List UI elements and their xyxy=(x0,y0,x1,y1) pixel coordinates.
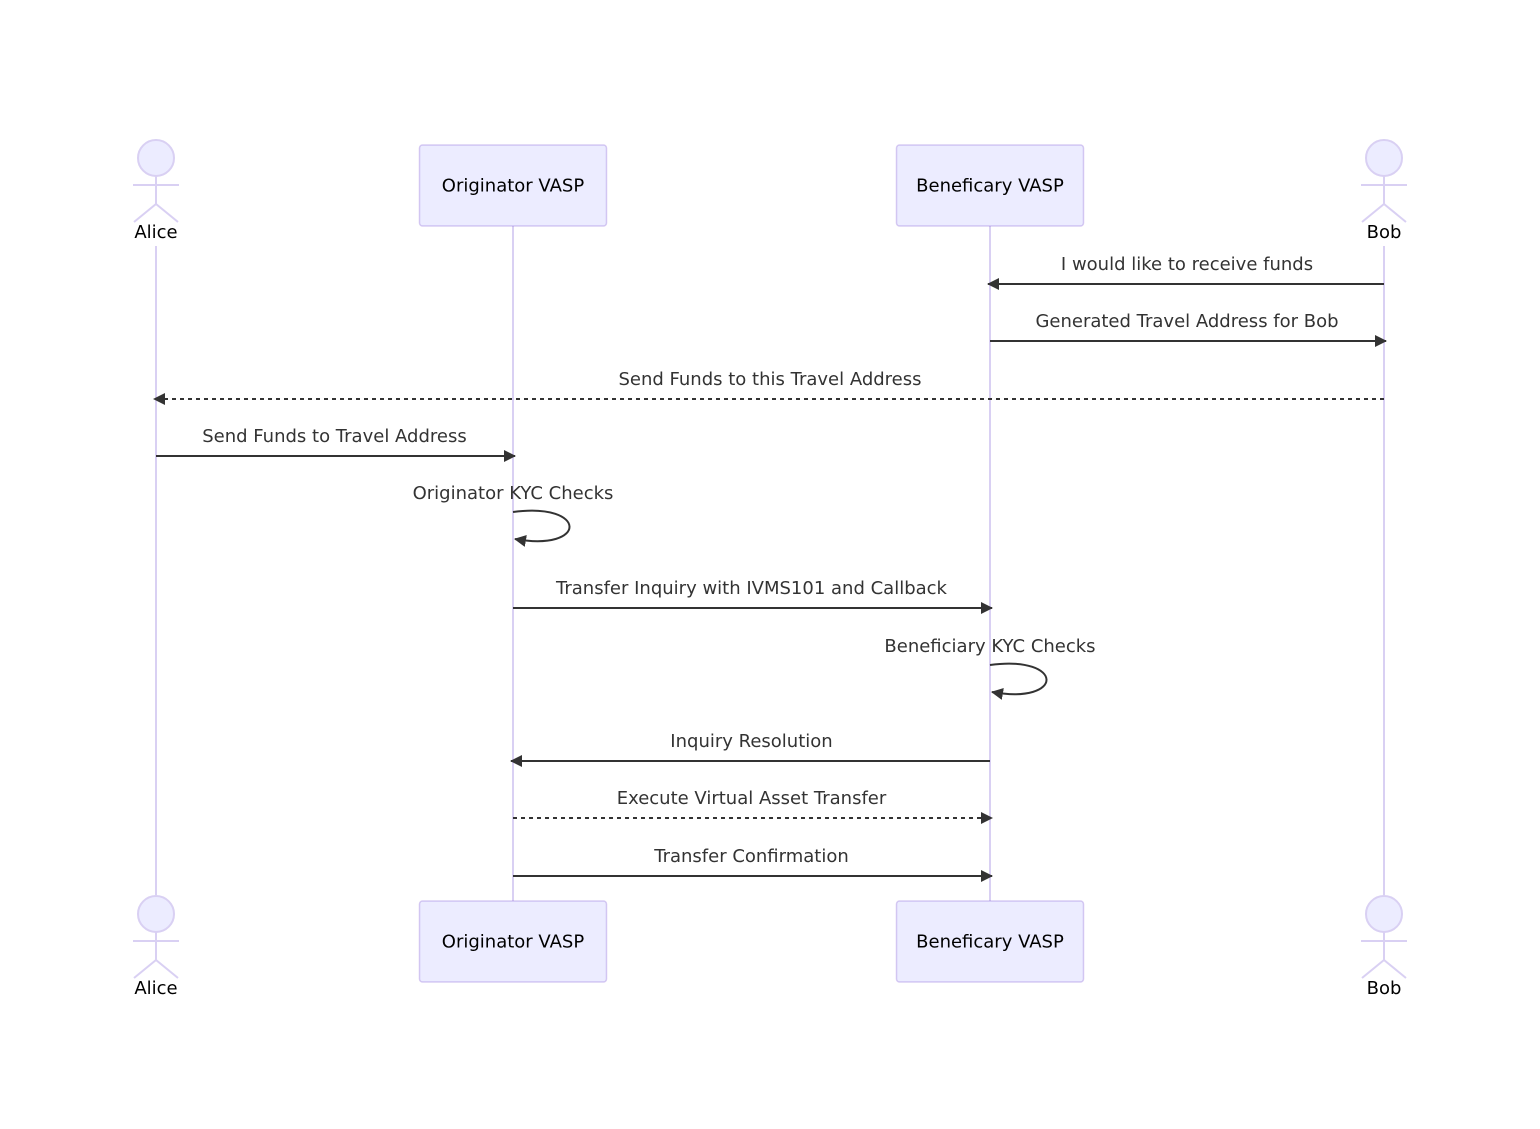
participant-orig-top: Originator VASP xyxy=(418,144,608,227)
actor-label: Bob xyxy=(1367,222,1402,243)
message-label: Send Funds to this Travel Address xyxy=(618,369,921,390)
message-label: Transfer Confirmation xyxy=(653,846,849,867)
self-message-arrow xyxy=(989,662,1048,700)
participant-label: Originator VASP xyxy=(442,176,585,197)
participant-label: Beneficary VASP xyxy=(916,176,1064,197)
message-label: Beneficiary KYC Checks xyxy=(884,636,1095,657)
actor-stick-figure-icon xyxy=(1361,139,1407,223)
sequence-diagram: Alice Alice Originator VASP Originator VASP… xyxy=(133,139,1407,999)
message-label: Generated Travel Address for Bob xyxy=(1035,311,1338,332)
participant-alice-top: Alice xyxy=(133,139,179,243)
message: Transfer Confirmation xyxy=(513,846,993,882)
participant-label: Originator VASP xyxy=(442,932,585,953)
message-label: Execute Virtual Asset Transfer xyxy=(617,788,887,809)
message-label: Originator KYC Checks xyxy=(413,483,614,504)
message: Generated Travel Address for Bob xyxy=(990,311,1387,347)
participant-alice-bottom: Alice xyxy=(133,895,179,999)
message: Send Funds to this Travel Address xyxy=(153,369,1384,405)
message-label: Send Funds to Travel Address xyxy=(202,426,466,447)
message: Send Funds to Travel Address xyxy=(156,426,516,462)
participant-bob-top: Bob xyxy=(1361,139,1407,243)
actor-stick-figure-icon xyxy=(133,139,179,223)
message: Inquiry Resolution xyxy=(510,731,990,767)
participant-bob-bottom: Bob xyxy=(1361,895,1407,999)
message: I would like to receive funds xyxy=(987,254,1384,290)
message-label: Transfer Inquiry with IVMS101 and Callba… xyxy=(555,578,948,599)
participant-bene-bottom: Beneficary VASP xyxy=(895,900,1085,983)
actor-label: Alice xyxy=(134,222,177,243)
actor-stick-figure-icon xyxy=(133,895,179,979)
participant-bene-top: Beneficary VASP xyxy=(895,144,1085,227)
actor-label: Bob xyxy=(1367,978,1402,999)
message-label: Inquiry Resolution xyxy=(670,731,832,752)
actor-stick-figure-icon xyxy=(1361,895,1407,979)
participant-label: Beneficary VASP xyxy=(916,932,1064,953)
participant-orig-bottom: Originator VASP xyxy=(418,900,608,983)
message-label: I would like to receive funds xyxy=(1061,254,1313,275)
self-message-arrow xyxy=(512,509,571,547)
message: Execute Virtual Asset Transfer xyxy=(513,788,993,824)
actor-label: Alice xyxy=(134,978,177,999)
message: Transfer Inquiry with IVMS101 and Callba… xyxy=(513,578,993,614)
